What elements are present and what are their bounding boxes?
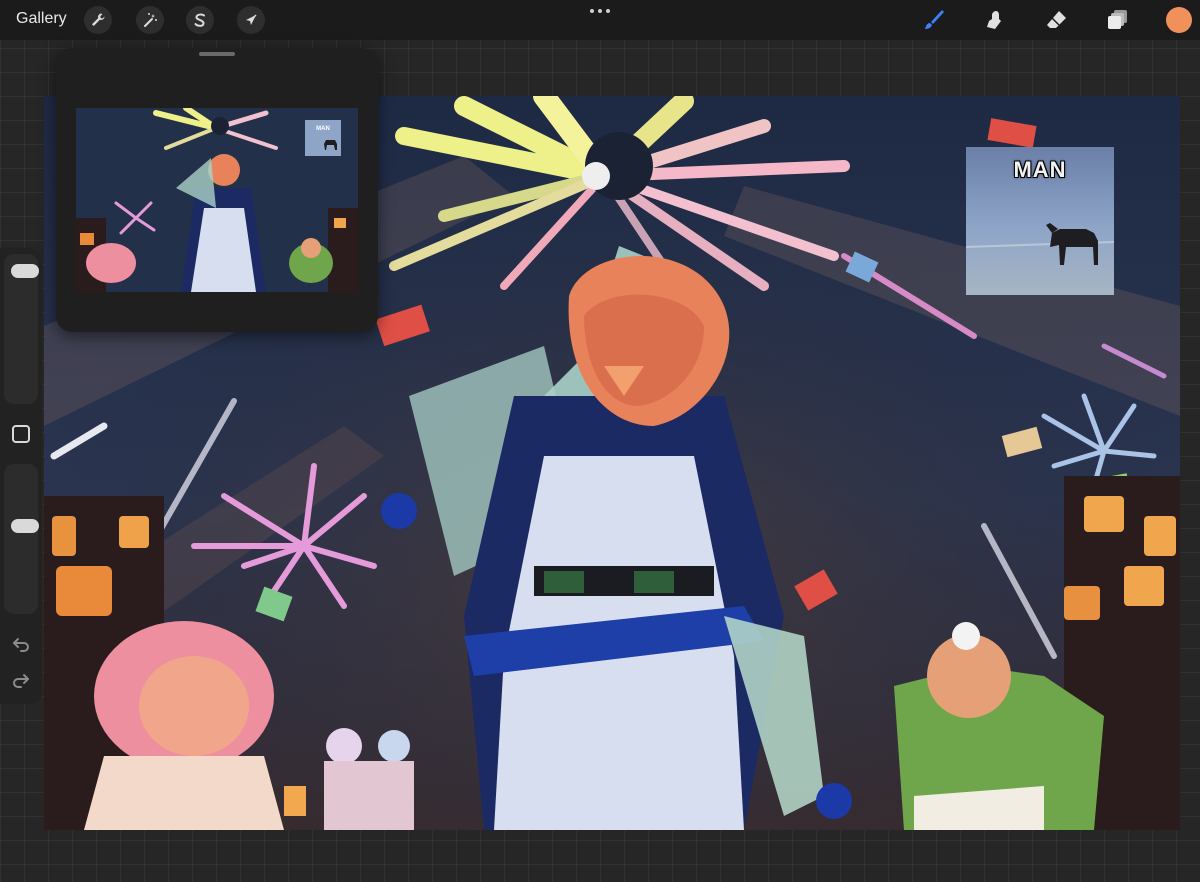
smudge-icon (987, 11, 1001, 29)
selection-button[interactable] (186, 6, 214, 34)
gallery-button[interactable]: Gallery (16, 10, 67, 28)
brush-size-slider[interactable] (4, 254, 39, 404)
transform-button[interactable] (237, 6, 265, 34)
brush-size-thumb[interactable] (11, 263, 39, 278)
selection-s-icon (194, 13, 205, 27)
undo-button[interactable] (11, 634, 31, 654)
reference-meme-caption: MAN (316, 126, 330, 132)
opacity-thumb[interactable] (11, 519, 39, 533)
left-sidebar (0, 248, 42, 704)
adjustments-button[interactable] (136, 6, 164, 34)
redo-button[interactable] (11, 670, 31, 690)
dot (598, 9, 602, 13)
layers-icon (1108, 10, 1127, 29)
meme-image: MAN (965, 147, 1115, 295)
character-pink (84, 621, 284, 830)
arrow-cursor-icon (246, 14, 257, 25)
wrench-icon (92, 13, 105, 26)
magic-wand-icon (144, 13, 157, 27)
brush-icon (925, 10, 944, 29)
opacity-slider[interactable] (4, 464, 39, 614)
eraser-tool-button[interactable] (1041, 5, 1071, 35)
reference-thumbnail: MAN (76, 108, 358, 292)
reference-panel[interactable]: MAN (56, 48, 378, 332)
undo-arrow-icon (13, 638, 29, 652)
modify-button[interactable] (11, 424, 31, 444)
square-modify-icon (12, 425, 30, 443)
smudge-tool-button[interactable] (979, 5, 1009, 35)
reference-panel-grabber[interactable] (199, 52, 235, 56)
redo-arrow-icon (13, 674, 29, 688)
layers-button[interactable] (1103, 5, 1133, 35)
top-toolbar: Gallery (0, 0, 1200, 40)
dot (606, 9, 610, 13)
dot (590, 9, 594, 13)
more-options-dots[interactable] (586, 4, 614, 18)
meme-caption: MAN (1013, 157, 1067, 182)
eraser-icon (1047, 11, 1066, 28)
brush-tool-button[interactable] (918, 5, 948, 35)
actions-wrench-button[interactable] (84, 6, 112, 34)
color-picker-swatch[interactable] (1166, 7, 1192, 33)
